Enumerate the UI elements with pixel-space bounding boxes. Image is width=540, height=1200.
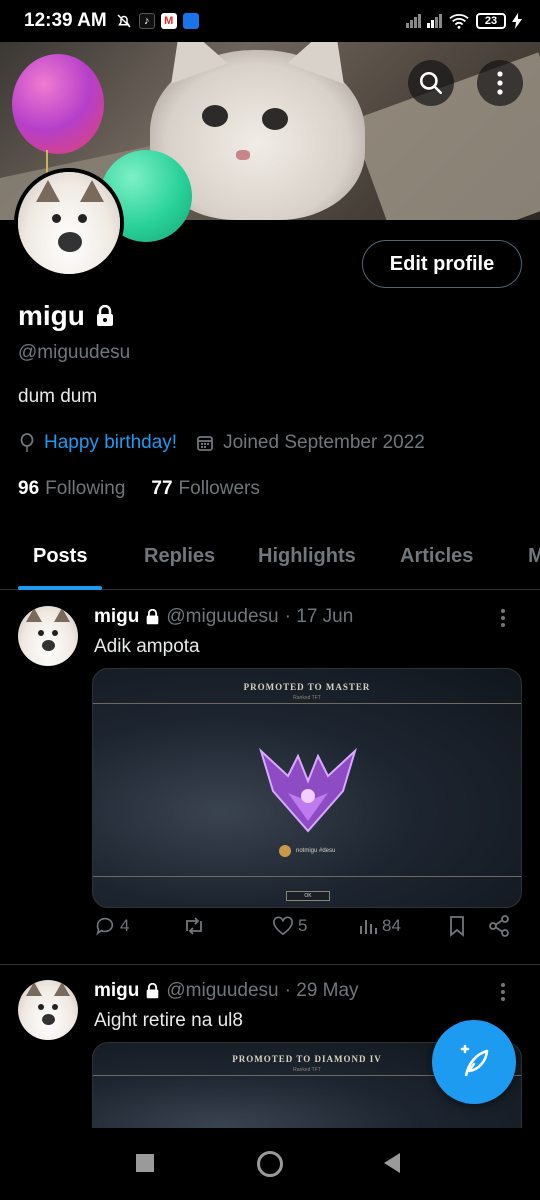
status-time: 12:39 AM [24, 10, 107, 31]
like-button[interactable]: 5 [272, 916, 307, 936]
lock-icon [147, 609, 159, 625]
following-label: Following [45, 478, 126, 499]
battery-icon: 23 [476, 13, 506, 29]
bookmark-icon [450, 916, 464, 937]
followers-link[interactable]: 77 Followers [151, 478, 259, 500]
back-triangle-icon [384, 1153, 400, 1173]
signal-icon [406, 14, 421, 28]
post-media-image[interactable]: PROMOTED TO MASTER Ranked TFT notmigu #d… [92, 668, 522, 908]
recents-square-icon [136, 1154, 154, 1172]
post-author-handle: @miguudesu [166, 606, 279, 627]
views-button[interactable]: 84 [358, 916, 401, 936]
share-icon [489, 915, 509, 937]
bookmark-button[interactable] [448, 915, 466, 937]
post-author-name[interactable]: migu [94, 980, 139, 1002]
post-more-button[interactable] [500, 608, 506, 632]
more-vertical-icon [501, 609, 505, 627]
media-player-row: notmigu #desu [279, 845, 335, 857]
home-circle-icon [257, 1151, 283, 1177]
profile-tabs: Posts Replies Highlights Articles M [0, 530, 540, 590]
more-vertical-icon [501, 983, 505, 1001]
following-count: 96 [18, 478, 40, 499]
post-text: Aight retire na ul8 [94, 1010, 243, 1031]
tab-media[interactable]: M [528, 545, 540, 568]
post-avatar[interactable] [18, 606, 78, 666]
app-icon [182, 13, 199, 29]
tab-replies[interactable]: Replies [144, 545, 215, 568]
back-button[interactable] [382, 1152, 402, 1179]
post-author-name[interactable]: migu [94, 606, 139, 628]
reply-button[interactable]: 4 [94, 915, 129, 937]
media-subtitle: Ranked TFT [293, 695, 321, 701]
profile-avatar[interactable] [14, 168, 124, 278]
post-date[interactable]: · 17 Jun [285, 606, 354, 628]
balloon-icon [20, 433, 34, 452]
views-icon [360, 920, 377, 934]
tab-posts[interactable]: Posts [33, 545, 87, 568]
share-button[interactable] [488, 915, 510, 937]
followers-count: 77 [151, 478, 173, 499]
player-avatar-icon [279, 845, 291, 857]
gmail-icon: M [160, 13, 177, 29]
edit-profile-button[interactable]: Edit profile [362, 240, 522, 288]
master-emblem-icon [258, 747, 358, 833]
post-text: Adik ampota [94, 636, 200, 657]
media-ok-button: OK [286, 891, 330, 901]
post-more-button[interactable] [500, 982, 506, 1006]
status-system-icons: 23 [406, 12, 522, 30]
search-button[interactable] [408, 60, 454, 106]
media-title: PROMOTED TO MASTER [243, 682, 371, 692]
signal-icon-2 [427, 14, 442, 28]
post-header: migu @miguudesu · 29 May [94, 980, 359, 1002]
mute-bell-icon [117, 14, 131, 28]
system-nav-bar [0, 1128, 540, 1200]
post-item[interactable]: migu @miguudesu · 17 Jun Adik ampota PRO… [0, 592, 540, 964]
wifi-icon [449, 14, 469, 29]
profile-bio: dum dum [18, 386, 98, 407]
compose-feather-icon [460, 1044, 489, 1077]
reply-icon [96, 917, 114, 936]
repost-button[interactable] [182, 915, 210, 937]
status-bar: 12:39 AM ♪ M 23 [0, 0, 540, 42]
birthday-link[interactable]: Happy birthday! [44, 432, 177, 454]
tab-articles[interactable]: Articles [400, 545, 473, 568]
reply-count: 4 [120, 916, 130, 935]
heart-icon [273, 916, 293, 936]
status-notification-icons: ♪ M [115, 12, 199, 30]
more-button[interactable] [477, 60, 523, 106]
follow-stats: 96 Following 77 Followers [18, 478, 260, 500]
like-count: 5 [298, 916, 308, 935]
balloon-purple [12, 54, 104, 154]
lock-icon [96, 305, 113, 326]
followers-label: Followers [178, 478, 260, 499]
repost-icon [186, 917, 202, 935]
lock-icon [147, 983, 159, 999]
post-header: migu @miguudesu · 17 Jun [94, 606, 353, 628]
tiktok-icon: ♪ [138, 13, 155, 29]
post-author-handle: @miguudesu [166, 980, 279, 1001]
views-count: 84 [382, 916, 401, 935]
profile-name: migu [18, 300, 85, 331]
post-avatar[interactable] [18, 980, 78, 1040]
profile-handle: @miguudesu [18, 342, 131, 363]
post-divider [0, 964, 540, 965]
following-link[interactable]: 96 Following [18, 478, 125, 500]
calendar-icon [197, 436, 213, 451]
search-icon [419, 71, 443, 95]
post-date[interactable]: · 29 May [285, 980, 359, 1002]
tab-highlights[interactable]: Highlights [258, 545, 356, 568]
media-player-name: notmigu #desu [296, 848, 336, 854]
charging-icon [512, 13, 522, 29]
recent-apps-button[interactable] [136, 1154, 154, 1177]
home-button[interactable] [256, 1150, 284, 1183]
joined-date: Joined September 2022 [223, 432, 425, 453]
compose-post-button[interactable] [432, 1020, 516, 1104]
more-vertical-icon [497, 71, 503, 95]
profile-meta: Happy birthday! Joined September 2022 [18, 432, 425, 454]
profile-name-row: migu [18, 300, 115, 332]
active-tab-indicator [18, 586, 102, 590]
